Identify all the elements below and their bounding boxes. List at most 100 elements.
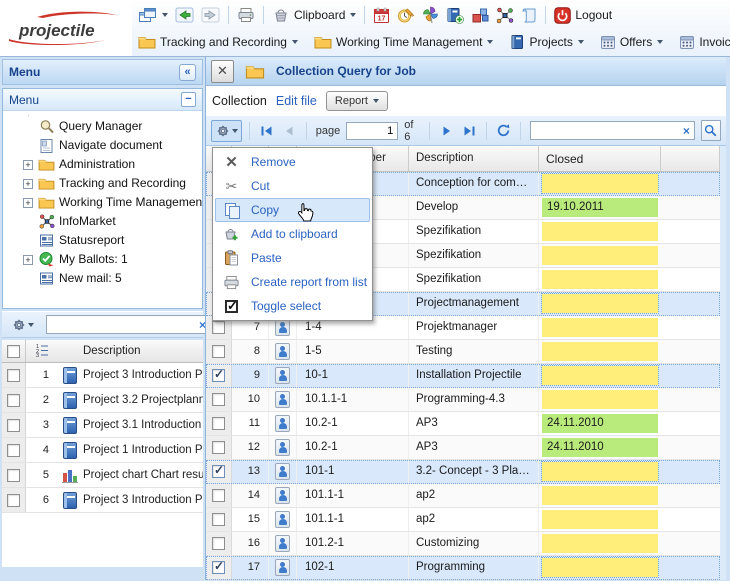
list-item[interactable]: 6 Project 3 Introduction Pro (2, 488, 203, 513)
row-checkbox[interactable] (212, 561, 225, 574)
menu-projects[interactable]: Projects (507, 33, 585, 51)
table-row[interactable]: 15 101.1-1 ap2 (206, 508, 720, 532)
row-checkbox-cell[interactable] (206, 412, 232, 435)
description-cell[interactable]: Programming-4.3 (409, 388, 539, 411)
list-item[interactable]: 2 Project 3.2 Projectplanning (2, 388, 203, 413)
tree-item-working-time-management[interactable]: + Working Time Management (3, 193, 202, 212)
row-checkbox-cell[interactable] (2, 463, 26, 487)
sidebar-gear-button[interactable] (7, 314, 38, 336)
tree-item-navigate-document[interactable]: Navigate document (3, 136, 202, 155)
row-checkbox-cell[interactable] (206, 484, 232, 507)
expand-plus-icon[interactable]: + (23, 179, 33, 189)
job-number-cell[interactable]: 1-5 (297, 340, 409, 363)
description-cell[interactable]: Programming (409, 556, 539, 579)
description-cell[interactable]: ap2 (409, 508, 539, 531)
row-checkbox-cell[interactable] (2, 413, 26, 437)
tree-item-query-manager[interactable]: Query Manager (3, 117, 202, 136)
row-checkbox-cell[interactable] (2, 488, 26, 512)
next-page-button[interactable] (437, 121, 456, 141)
tree-item-administration[interactable]: + Administration (3, 155, 202, 174)
table-row[interactable]: 11 10.2-1 AP3 24.11.2010 (206, 412, 720, 436)
row-checkbox-cell[interactable] (206, 508, 232, 531)
menu-working-time-management[interactable]: Working Time Management (312, 34, 496, 50)
description-cell[interactable]: 3.2- Concept - 3 Pla… (409, 460, 539, 483)
tree-item-infomarket[interactable]: InfoMarket (3, 212, 202, 231)
menu-invoices[interactable]: Invoices (677, 34, 730, 51)
row-checkbox[interactable] (212, 369, 225, 382)
row-checkbox[interactable] (7, 369, 20, 382)
description-cell[interactable]: AP3 (409, 412, 539, 435)
row-checkbox[interactable] (7, 444, 20, 457)
menu-item-copy[interactable]: Copy (215, 198, 370, 222)
row-checkbox-cell[interactable] (2, 388, 26, 412)
clear-icon[interactable]: × (679, 124, 694, 138)
first-page-button[interactable] (257, 121, 276, 141)
table-row[interactable]: 14 101.1-1 ap2 (206, 484, 720, 508)
table-search-button[interactable] (701, 120, 721, 141)
previous-page-button[interactable] (280, 121, 299, 141)
description-cell[interactable]: ap2 (409, 484, 539, 507)
row-checkbox[interactable] (212, 513, 225, 526)
description-cell[interactable]: Testing (409, 340, 539, 363)
table-row[interactable]: 10 10.1.1-1 Programming-4.3 (206, 388, 720, 412)
row-checkbox-cell[interactable] (206, 364, 232, 387)
network-button[interactable] (494, 6, 516, 25)
close-button[interactable]: ✕ (211, 60, 234, 83)
closed-header[interactable]: Closed (539, 146, 661, 171)
tree-item-new-mail[interactable]: New mail: 5 (3, 269, 202, 288)
job-number-cell[interactable]: 102-1 (297, 556, 409, 579)
time-entry-button[interactable] (395, 6, 417, 25)
row-checkbox[interactable] (212, 441, 225, 454)
description-cell[interactable]: Installation Projectile (409, 364, 539, 387)
list-item[interactable]: 5 Project chart Chart result (2, 463, 203, 488)
tree-item-tracking-and-recording[interactable]: + Tracking and Recording (3, 174, 202, 193)
report-button[interactable]: Report (326, 91, 388, 111)
row-number-header[interactable]: 123 (26, 343, 56, 360)
row-checkbox-cell[interactable] (206, 460, 232, 483)
components-button[interactable] (469, 6, 491, 25)
job-number-cell[interactable]: 10.1.1-1 (297, 388, 409, 411)
page-input[interactable] (346, 122, 398, 140)
description-cell[interactable]: Conception for com… (409, 172, 539, 195)
row-checkbox-cell[interactable] (2, 438, 26, 462)
row-checkbox[interactable] (7, 469, 20, 482)
menu-tracking-and-recording[interactable]: Tracking and Recording (136, 34, 300, 50)
project-description[interactable]: Project chart Chart result (83, 469, 203, 481)
project-description[interactable]: Project 3 Introduction Pro (83, 494, 203, 506)
job-number-cell[interactable]: 101.1-1 (297, 484, 409, 507)
tree-item-my-ballots[interactable]: + My Ballots: 1 (3, 250, 202, 269)
row-checkbox[interactable] (7, 494, 20, 507)
menu-item-paste[interactable]: Paste (215, 246, 370, 270)
project-description[interactable]: Project 3.2 Projectplanning (83, 394, 203, 406)
edit-file-link[interactable]: Edit file (276, 94, 317, 108)
sidebar-collapse-button[interactable]: « (179, 64, 196, 81)
job-number-cell[interactable]: 10.2-1 (297, 412, 409, 435)
description-cell[interactable]: Customizing (409, 532, 539, 555)
row-checkbox[interactable] (212, 321, 225, 334)
tree-item-statusreport[interactable]: Statusreport (3, 231, 202, 250)
sidebar-search-input[interactable] (47, 317, 195, 332)
job-number-cell[interactable]: 10-1 (297, 364, 409, 387)
expand-plus-icon[interactable]: + (23, 198, 33, 208)
last-page-button[interactable] (460, 121, 479, 141)
table-row[interactable]: 12 10.2-1 AP3 24.11.2010 (206, 436, 720, 460)
table-search-input[interactable] (531, 123, 679, 138)
job-number-cell[interactable]: 101.1-1 (297, 508, 409, 531)
table-row[interactable]: 17 102-1 Programming (206, 556, 720, 580)
list-item[interactable]: 3 Project 3.1 Introduction A (2, 413, 203, 438)
row-checkbox[interactable] (7, 394, 20, 407)
row-checkbox-cell[interactable] (206, 556, 232, 579)
row-checkbox-cell[interactable] (206, 340, 232, 363)
window-stack-button[interactable] (136, 6, 170, 25)
pinwheel-button[interactable] (420, 5, 441, 25)
print-button[interactable] (235, 6, 257, 24)
job-number-cell[interactable]: 10.2-1 (297, 436, 409, 459)
back-button[interactable] (173, 6, 196, 25)
logout-button[interactable]: Logout (552, 6, 614, 25)
row-checkbox[interactable] (212, 465, 225, 478)
menu-item-add-to-clipboard[interactable]: Add to clipboard (215, 222, 370, 246)
refresh-button[interactable] (494, 121, 513, 141)
project-description[interactable]: Project 3.1 Introduction A (83, 419, 203, 431)
menu-minimize-button[interactable]: − (181, 92, 196, 107)
row-checkbox[interactable] (212, 393, 225, 406)
